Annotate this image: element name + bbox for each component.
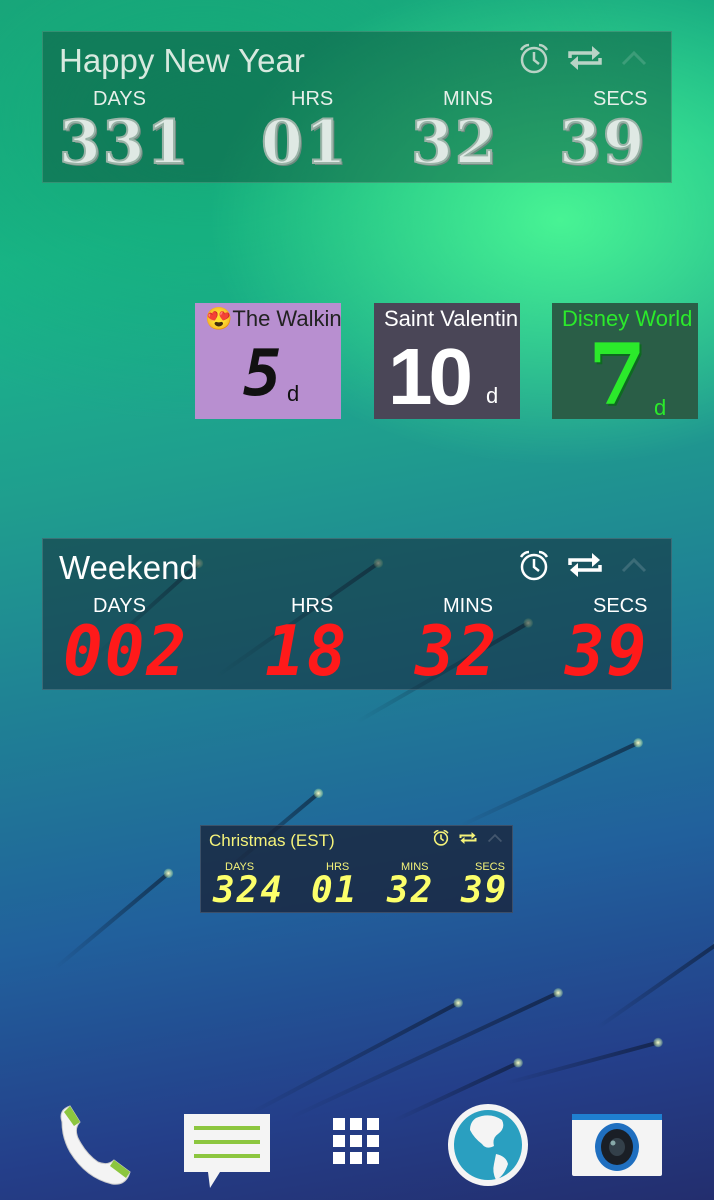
seconds-value: 39 xyxy=(565,611,649,692)
camera-icon xyxy=(572,1114,662,1180)
alarm-icon[interactable] xyxy=(517,42,551,79)
collapse-icon[interactable] xyxy=(619,553,649,582)
alarm-icon[interactable] xyxy=(517,549,551,586)
days-value: 10 xyxy=(388,332,473,419)
countdown-widget-valentine[interactable]: Saint Valentin 10 d xyxy=(374,303,520,419)
widget-title: Weekend xyxy=(59,549,198,586)
countdown-widget-new-year[interactable]: Happy New Year DAYS HRS MINS SECS 331 01… xyxy=(42,31,672,183)
minutes-value: 32 xyxy=(415,611,499,692)
days-value: 324 xyxy=(213,870,285,911)
days-value: 331 xyxy=(58,107,191,179)
widget-title: Happy New Year xyxy=(59,42,305,79)
countdown-widget-walking-dead[interactable]: 😍The Walkin 5 d xyxy=(195,303,341,419)
globe-icon xyxy=(446,1104,530,1192)
days-unit: d xyxy=(287,381,300,406)
wallpaper-fiber xyxy=(595,940,714,1030)
days-value: 5 xyxy=(243,337,284,411)
days-value: 7 xyxy=(588,325,647,419)
alarm-icon[interactable] xyxy=(432,829,450,851)
wallpaper-fiber xyxy=(53,870,172,970)
countdown-widget-christmas[interactable]: Christmas (EST) DAYS HRS MINS SECS 324 0… xyxy=(200,825,513,913)
hours-value: 01 xyxy=(311,870,359,911)
countdown-widget-disney-world[interactable]: Disney World 7 d xyxy=(552,303,698,419)
dock-camera[interactable] xyxy=(572,1114,662,1181)
phone-icon xyxy=(52,1105,142,1191)
repeat-icon[interactable] xyxy=(565,42,605,79)
days-unit: d xyxy=(654,395,667,419)
minutes-value: 32 xyxy=(387,870,435,911)
dock-browser[interactable] xyxy=(446,1102,530,1193)
messages-icon xyxy=(182,1114,274,1196)
hours-value: 01 xyxy=(260,107,349,179)
hours-value: 18 xyxy=(265,611,349,692)
days-value: 002 xyxy=(63,611,189,692)
wallpaper-fiber xyxy=(457,740,641,829)
minutes-value: 32 xyxy=(410,107,499,179)
repeat-icon[interactable] xyxy=(458,830,478,851)
widget-title: 😍The Walkin xyxy=(205,306,341,331)
dock-phone[interactable] xyxy=(52,1102,142,1192)
wallpaper-fiber xyxy=(247,1000,461,1117)
dock-messages[interactable] xyxy=(182,1112,274,1197)
wallpaper-fiber xyxy=(504,1040,661,1086)
collapse-icon[interactable] xyxy=(619,46,649,75)
widget-title: Saint Valentin xyxy=(384,306,519,331)
seconds-value: 39 xyxy=(461,870,509,911)
repeat-icon[interactable] xyxy=(565,549,605,586)
countdown-widget-weekend[interactable]: Weekend DAYS HRS MINS SECS 002 18 32 39 xyxy=(42,538,672,692)
dock-app-drawer[interactable] xyxy=(333,1118,381,1171)
collapse-icon[interactable] xyxy=(486,831,504,850)
dock xyxy=(0,1100,714,1200)
apps-grid-icon xyxy=(333,1118,381,1170)
seconds-value: 39 xyxy=(558,107,647,179)
days-unit: d xyxy=(486,383,499,408)
widget-title: Christmas (EST) xyxy=(209,831,335,850)
